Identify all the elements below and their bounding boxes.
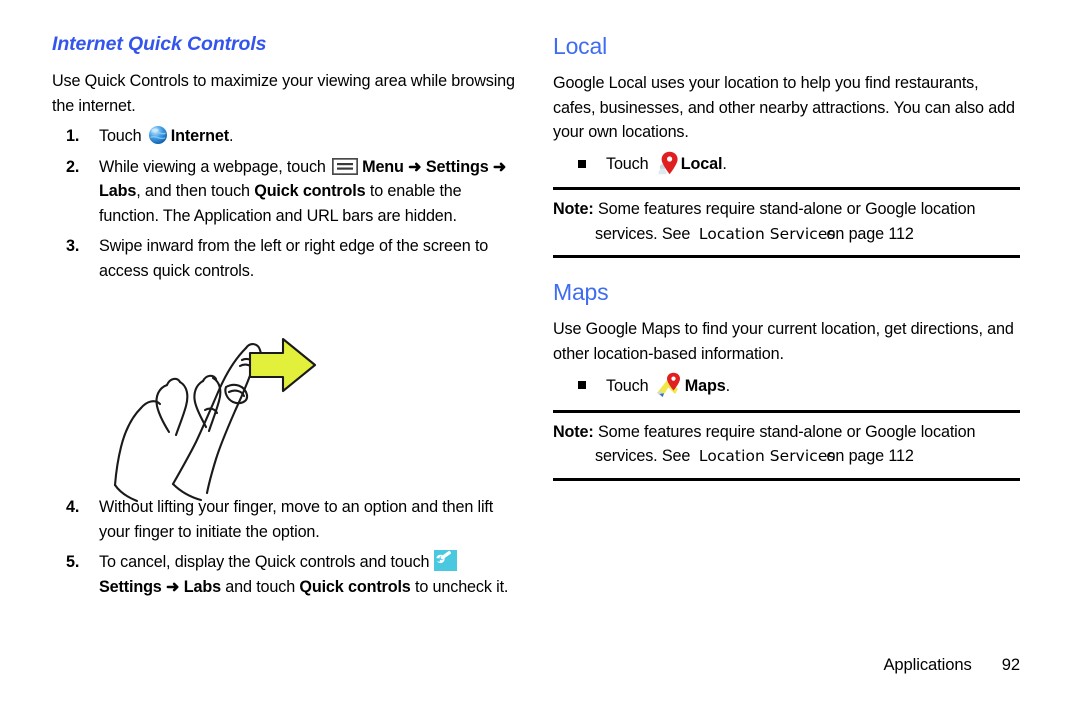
step-bold-quick-controls-2: Quick controls (299, 577, 411, 596)
section-maps: Maps Use Google Maps to find your curren… (553, 280, 1020, 481)
list-item: Touch Local. (553, 151, 1020, 177)
step-text: To cancel, display the Quick controls an… (99, 550, 509, 596)
step-text-period: . (228, 127, 234, 146)
internet-globe-icon (148, 125, 168, 145)
note-text-1: Some features require stand-alone or Goo… (597, 200, 976, 219)
step-item-1: 1. Touch Internet. (52, 124, 522, 149)
note-text-2: services. See (595, 224, 691, 243)
note-text-1: Some features require stand-alone or Goo… (597, 422, 976, 441)
note-label: Note: (553, 200, 594, 219)
note-text-2: services. See (595, 447, 691, 466)
step-text-lead: To cancel, display the Quick controls an… (99, 553, 434, 572)
step-item-2: 2. While viewing a webpage, touch Menu ➜… (52, 155, 522, 229)
step-text-mid: and touch (220, 577, 300, 596)
note-line-2: services. See Location Serviceson page 1… (553, 222, 1020, 247)
hand-swipe-illustration (85, 325, 335, 505)
note-line-1: Note: Some features require stand-alone … (553, 197, 1020, 222)
step-text-tail: to uncheck it. (410, 577, 509, 596)
local-pin-icon (656, 151, 678, 175)
step-item-3: 3. Swipe inward from the left or right e… (52, 234, 522, 283)
steps-list: 1. Touch Internet. 2. While viewing a we… (52, 124, 522, 283)
note-line-2: services. See Location Serviceson page 1… (553, 444, 1020, 469)
intro-paragraph: Use Quick Controls to maximize your view… (52, 72, 515, 115)
arrow-glyph-1: ➜ (403, 157, 426, 176)
footer-section-name: Applications (883, 655, 972, 674)
page-footer: Applications 92 (553, 655, 1020, 675)
step-text-mid: , and then touch (136, 182, 255, 201)
manual-page: Internet Quick Controls Use Quick Contro… (0, 0, 1080, 720)
note-block-local: Note: Some features require stand-alone … (553, 187, 1020, 259)
square-bullet-icon (578, 381, 586, 390)
cross-reference-link[interactable]: Location Services (699, 225, 836, 243)
step-text: Touch Internet. (99, 125, 234, 146)
section-heading-internet-quick-controls: Internet Quick Controls (52, 33, 267, 55)
square-bullet-icon (578, 159, 586, 168)
note-page-reference: on page 112 (826, 224, 914, 243)
bullet-trail-text: . (722, 154, 727, 173)
step-text-lead: Touch (99, 127, 146, 146)
step-bold-menu: Menu (362, 157, 404, 176)
bullet-bold-label: Maps (684, 377, 726, 396)
local-body-paragraph: Google Local uses your location to help … (553, 74, 1015, 142)
footer-page-number: 92 (1001, 655, 1020, 674)
step-number: 2. (66, 157, 80, 176)
note-line-1: Note: Some features require stand-alone … (553, 420, 1020, 445)
section-heading-maps: Maps (553, 279, 609, 306)
bullet-lead-text: Touch (606, 377, 653, 396)
maps-body-paragraph: Use Google Maps to find your current loc… (553, 320, 1014, 363)
maps-bullet-list: Touch Maps. (553, 372, 1020, 399)
step-item-5: 5. To cancel, display the Quick controls… (52, 550, 522, 599)
section-heading-local: Local (553, 33, 607, 59)
steps-list-continued: 4. Without lifting your finger, move to … (52, 495, 522, 599)
note-label: Note: (553, 422, 594, 441)
menu-icon (331, 157, 359, 176)
step-text-lead: While viewing a webpage, touch (99, 157, 331, 176)
note-block-maps: Note: Some features require stand-alone … (553, 409, 1020, 481)
bullet-lead-text: Touch (606, 154, 653, 173)
cross-reference-link[interactable]: Location Services (699, 447, 836, 465)
step-number: 3. (66, 237, 80, 256)
bullet-trail-text: . (725, 377, 731, 396)
local-bullet-list: Touch Local. (553, 151, 1020, 177)
left-column: Internet Quick Controls Use Quick Contro… (52, 33, 522, 605)
note-page-reference: on page 112 (826, 447, 914, 466)
step-bold-settings-labs-2: Settings ➜ Labs (99, 577, 221, 596)
section-local: Local Google Local uses your location to… (553, 33, 1020, 259)
step-text: Swipe inward from the left or right edge… (99, 237, 489, 280)
bullet-bold-label: Local (680, 154, 723, 173)
settings-wrench-icon (433, 550, 457, 572)
step-bold-quick-controls: Quick controls (254, 182, 366, 201)
maps-icon (656, 372, 683, 398)
right-column: Local Google Local uses your location to… (553, 34, 1020, 481)
step-number: 1. (66, 127, 80, 146)
list-item: Touch Maps. (553, 372, 1020, 399)
step-bold-internet: Internet (170, 127, 229, 146)
step-number: 5. (66, 553, 80, 572)
step-number: 4. (66, 498, 80, 517)
step-text: While viewing a webpage, touch Menu ➜ Se… (99, 157, 506, 225)
